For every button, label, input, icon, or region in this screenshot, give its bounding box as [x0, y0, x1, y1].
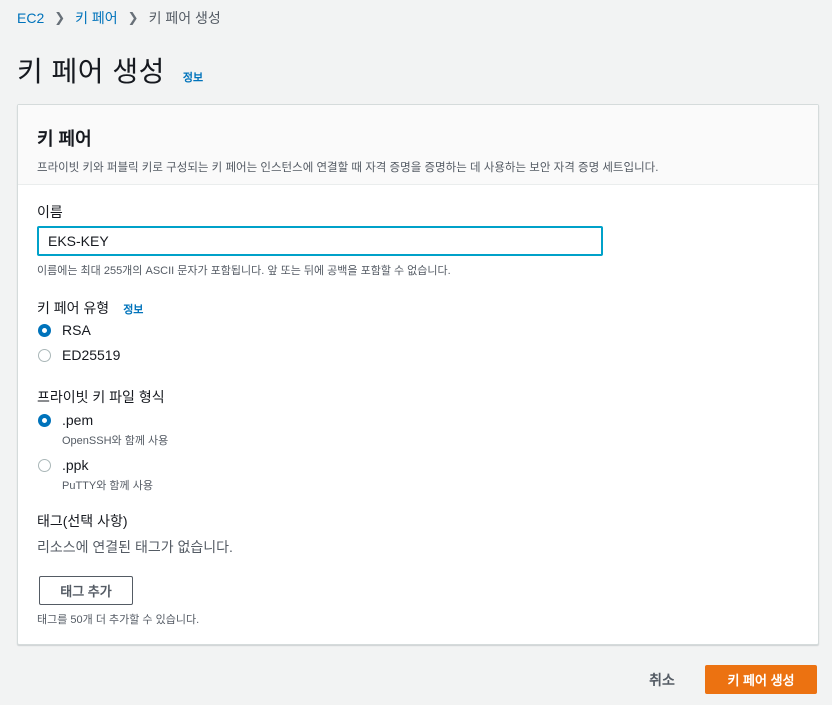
radio-ed25519-label: ED25519	[62, 347, 121, 363]
cancel-button[interactable]: 취소	[640, 666, 684, 694]
key-type-label-row: 키 페어 유형 정보	[37, 298, 143, 318]
panel-description: 프라이빗 키와 퍼블릭 키로 구성되는 키 페어는 인스턴스에 연결할 때 자격…	[37, 162, 659, 174]
radio-pem-label: .pem	[62, 412, 94, 428]
key-type-label: 키 페어 유형	[37, 300, 110, 316]
key-type-info-link[interactable]: 정보	[123, 301, 143, 317]
radio-rsa[interactable]: RSA	[38, 322, 91, 339]
radio-rsa-label: RSA	[62, 322, 91, 338]
radio-unchecked-icon	[38, 349, 51, 362]
radio-ppk-description: PuTTY와 함께 사용	[62, 480, 153, 492]
radio-pem-description: OpenSSH와 함께 사용	[62, 435, 169, 447]
panel-title: 키 페어	[37, 129, 92, 149]
tags-empty-text: 리소스에 연결된 태그가 없습니다.	[37, 539, 233, 555]
radio-pem[interactable]: .pem OpenSSH와 함께 사용	[38, 412, 168, 448]
page-header: 키 페어 생성 정보	[17, 50, 203, 90]
key-name-input[interactable]	[37, 226, 603, 256]
radio-checked-icon	[38, 414, 51, 427]
radio-ppk[interactable]: .ppk PuTTY와 함께 사용	[38, 457, 153, 493]
key-pair-panel: 키 페어 프라이빗 키와 퍼블릭 키로 구성되는 키 페어는 인스턴스에 연결할…	[17, 104, 819, 645]
breadcrumb-current: 키 페어 생성	[148, 10, 221, 26]
breadcrumb: EC2 ❯ 키 페어 ❯ 키 페어 생성	[17, 9, 221, 27]
radio-ppk-label: .ppk	[62, 457, 89, 473]
tags-label: 태그(선택 사항)	[37, 513, 128, 529]
add-tag-button[interactable]: 태그 추가	[39, 576, 133, 605]
panel-header: 키 페어 프라이빗 키와 퍼블릭 키로 구성되는 키 페어는 인스턴스에 연결할…	[18, 105, 818, 185]
radio-ed25519[interactable]: ED25519	[38, 347, 120, 364]
name-label: 이름	[37, 204, 63, 220]
chevron-right-icon: ❯	[54, 10, 66, 25]
file-format-label: 프라이빗 키 파일 형식	[37, 389, 165, 405]
tags-hint: 태그를 50개 더 추가할 수 있습니다.	[37, 614, 200, 626]
radio-unchecked-icon	[38, 459, 51, 472]
chevron-right-icon: ❯	[127, 10, 139, 25]
radio-checked-icon	[38, 324, 51, 337]
page-info-link[interactable]: 정보	[183, 69, 203, 85]
breadcrumb-key-pairs-link[interactable]: 키 페어	[75, 8, 118, 28]
page-title: 키 페어 생성	[17, 56, 165, 87]
name-hint: 이름에는 최대 255개의 ASCII 문자가 포함됩니다. 앞 또는 뒤에 공…	[37, 265, 451, 277]
create-key-pair-button[interactable]: 키 페어 생성	[705, 665, 817, 694]
breadcrumb-ec2-link[interactable]: EC2	[17, 10, 44, 26]
